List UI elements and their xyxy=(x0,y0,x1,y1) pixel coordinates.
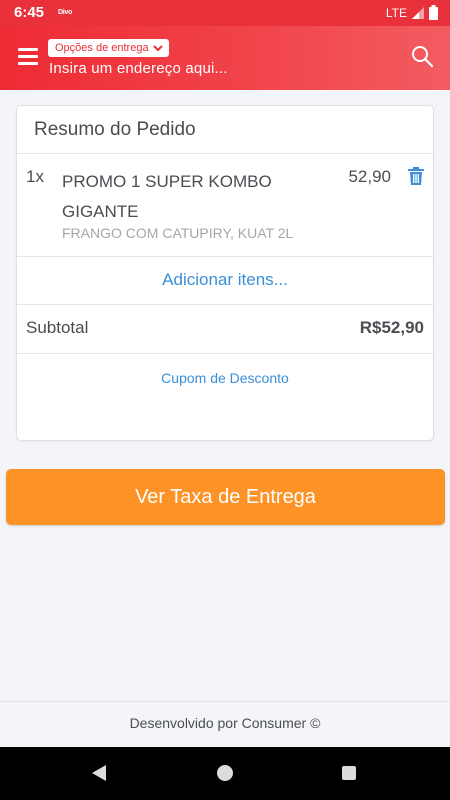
order-summary-title: Resumo do Pedido xyxy=(17,106,433,154)
item-name: PROMO 1 SUPER KOMBO GIGANTE xyxy=(62,172,272,221)
discount-coupon-link[interactable]: Cupom de Desconto xyxy=(17,354,433,386)
trash-icon[interactable] xyxy=(408,167,424,185)
app-header: Opções de entrega Insira um endereço aqu… xyxy=(0,26,450,90)
item-price: 52,90 xyxy=(348,167,391,186)
subtotal-row: Subtotal R$52,90 xyxy=(17,305,433,354)
order-summary-card: Resumo do Pedido 1x PROMO 1 SUPER KOMBO … xyxy=(16,105,434,441)
view-delivery-fee-button[interactable]: Ver Taxa de Entrega xyxy=(6,469,445,525)
add-items-link[interactable]: Adicionar itens... xyxy=(17,257,433,305)
status-bar: 6:45 Divo LTE xyxy=(0,0,450,26)
battery-icon xyxy=(429,5,438,20)
system-navigation-bar xyxy=(0,747,450,800)
network-type: LTE xyxy=(385,5,407,20)
subtotal-value: R$52,90 xyxy=(359,318,424,337)
recents-icon[interactable] xyxy=(342,766,356,780)
delivery-options-dropdown[interactable]: Opções de entrega xyxy=(48,39,169,57)
home-icon[interactable] xyxy=(217,765,233,781)
app-notification-badge: Divo xyxy=(58,9,72,16)
hamburger-menu-icon[interactable] xyxy=(18,48,38,66)
item-quantity: 1x xyxy=(26,167,44,186)
search-icon[interactable] xyxy=(410,44,434,68)
back-icon[interactable] xyxy=(91,765,107,781)
status-indicators: LTE xyxy=(386,5,438,20)
order-item: 1x PROMO 1 SUPER KOMBO GIGANTE FRANGO CO… xyxy=(17,154,433,257)
item-description: FRANGO COM CATUPIRY, KUAT 2L xyxy=(62,225,294,241)
footer-credit: Desenvolvido por Consumer © xyxy=(0,701,450,747)
chevron-down-icon xyxy=(152,44,163,51)
status-time: 6:45 xyxy=(14,4,45,21)
subtotal-label: Subtotal xyxy=(26,318,89,337)
signal-icon xyxy=(412,6,424,19)
delivery-options-label: Opções de entrega xyxy=(55,42,149,54)
address-input[interactable]: Insira um endereço aqui... xyxy=(49,60,228,77)
